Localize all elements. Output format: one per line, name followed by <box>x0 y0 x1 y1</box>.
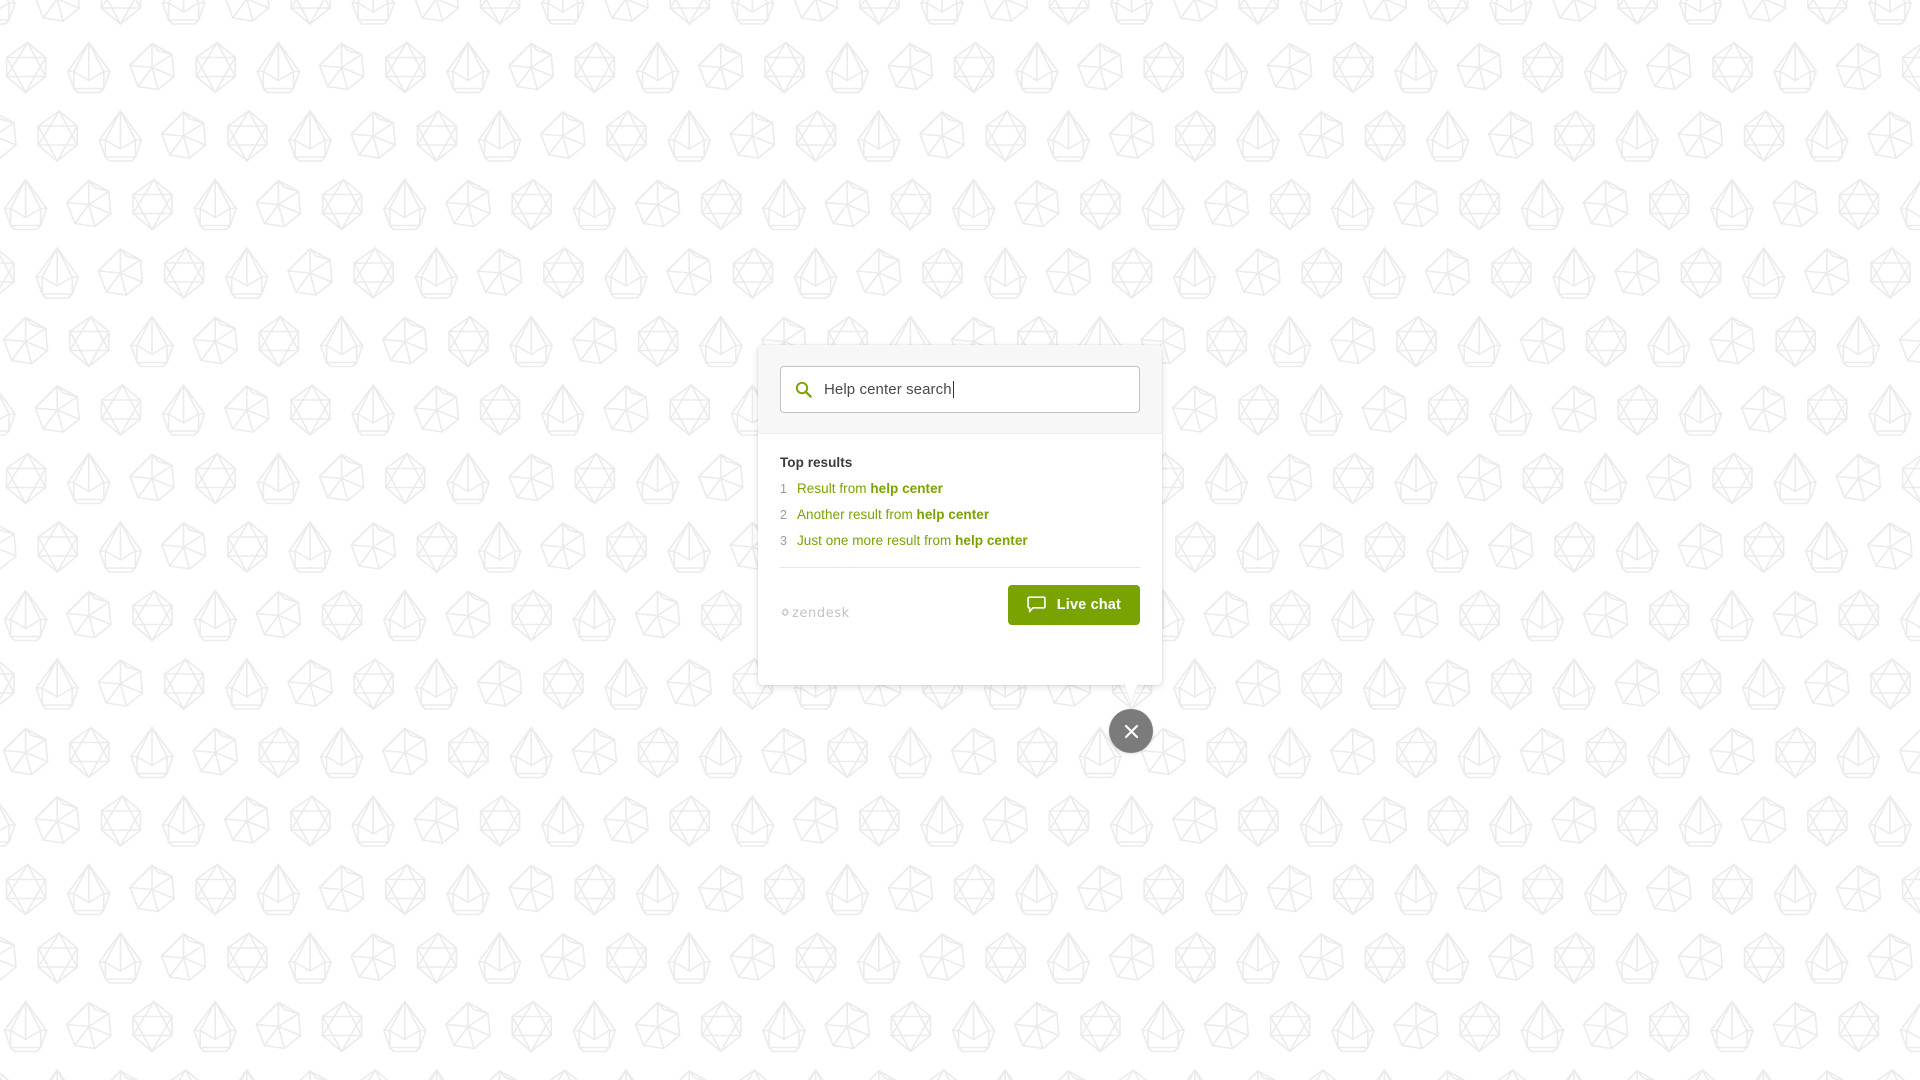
zendesk-logo: zendesk <box>780 605 850 625</box>
result-item[interactable]: 3 Just one more result from help center <box>780 533 1140 549</box>
result-index: 2 <box>780 508 787 523</box>
results-list: 1 Result from help center 2 Another result … <box>780 481 1140 550</box>
live-chat-label: Live chat <box>1056 596 1121 613</box>
zendesk-wordmark: zendesk <box>792 606 850 622</box>
close-icon <box>1124 724 1138 738</box>
result-index: 1 <box>780 482 787 496</box>
result-highlight: help center <box>955 533 1028 549</box>
widget-body: Top results 1 Result from help center 2 Ano… <box>758 434 1162 568</box>
widget-footer: zendesk Live chat <box>758 584 1162 643</box>
results-heading: Top results <box>780 455 853 470</box>
chat-bubble-icon <box>1027 595 1046 612</box>
search-input-value: Help center search <box>824 380 952 398</box>
close-widget-button[interactable] <box>1109 709 1153 753</box>
footer-divider <box>780 566 1140 568</box>
live-chat-button[interactable]: Live chat <box>1007 584 1140 625</box>
result-item[interactable]: 2 Another result from help center <box>780 507 1140 523</box>
result-item[interactable]: 1 Result from help center <box>780 481 1140 497</box>
search-icon <box>795 381 812 398</box>
text-caret <box>952 380 954 398</box>
zendesk-logo-icon <box>781 608 789 617</box>
result-index: 3 <box>780 534 787 549</box>
result-link[interactable]: Result from help center <box>797 481 943 497</box>
widget-tail <box>1108 683 1154 707</box>
search-input[interactable]: Help center search <box>780 365 1140 413</box>
help-center-widget: Help center search Top results 1 Result f… <box>758 345 1162 685</box>
result-link[interactable]: Just one more result from help center <box>797 533 1028 549</box>
result-link[interactable]: Another result from help center <box>797 507 989 523</box>
widget-header: Help center search <box>758 345 1162 434</box>
result-highlight: help center <box>916 507 990 523</box>
result-highlight: help center <box>870 481 943 496</box>
